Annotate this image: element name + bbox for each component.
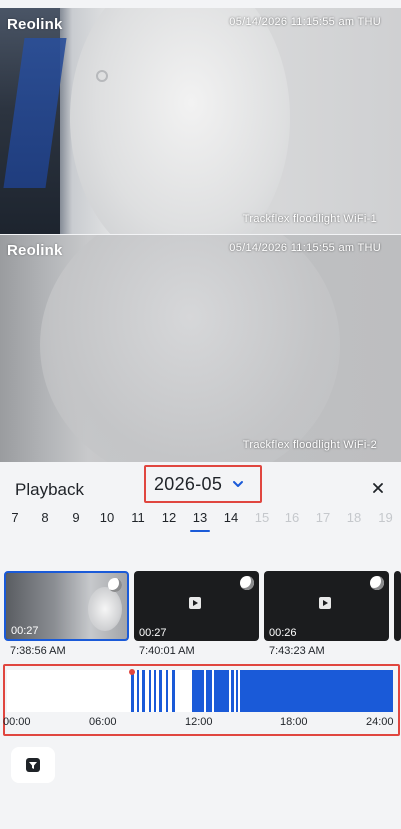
day-19: 19 — [378, 510, 393, 525]
playhead-marker[interactable] — [129, 669, 135, 675]
day-10[interactable]: 10 — [92, 510, 122, 525]
day-8[interactable]: 8 — [30, 510, 60, 525]
playback-panel: Playback 2026-05 7 8 9 10 11 12 13 14 15… — [0, 462, 401, 829]
feed-timestamp: 05/14/2026 11:15:55 am THU — [229, 16, 381, 28]
clip-duration: 00:27 — [11, 625, 39, 637]
filter-button[interactable] — [11, 747, 55, 783]
motion-icon — [370, 576, 384, 590]
clip-item[interactable] — [394, 571, 401, 659]
play-icon — [319, 597, 331, 609]
chevron-down-icon — [233, 481, 244, 487]
day-11[interactable]: 11 — [123, 510, 153, 525]
timeline-ticks: 00:00 06:00 12:00 18:00 24:00 — [3, 716, 398, 730]
clip-time: 7:43:23 AM — [269, 645, 325, 657]
day-14[interactable]: 14 — [216, 510, 246, 525]
clip-list: 00:27 7:38:56 AM 00:27 7:40:01 AM 00:26 … — [0, 571, 401, 661]
clip-item[interactable]: 00:27 7:40:01 AM — [134, 571, 259, 659]
clip-time: 7:40:01 AM — [139, 645, 195, 657]
close-button[interactable] — [365, 475, 391, 501]
month-label: 2026-05 — [154, 473, 223, 494]
day-16: 16 — [284, 510, 300, 525]
feed-background — [40, 235, 340, 462]
month-picker[interactable]: 2026-05 — [144, 465, 262, 503]
motion-icon — [240, 576, 254, 590]
tick-label: 12:00 — [185, 716, 213, 728]
clip-duration: 00:26 — [269, 627, 297, 639]
day-selector: 7 8 9 10 11 12 13 14 15 16 17 18 19 — [0, 510, 401, 534]
tick-label: 18:00 — [280, 716, 308, 728]
camera-name-label: Trackflex floodlight WiFi-1 — [242, 213, 377, 225]
playback-title: Playback — [15, 480, 84, 499]
timeline[interactable]: 00:00 06:00 12:00 18:00 24:00 — [3, 664, 400, 736]
close-icon — [373, 483, 383, 493]
tick-label: 06:00 — [89, 716, 117, 728]
feed-background — [96, 70, 108, 82]
day-18: 18 — [346, 510, 362, 525]
camera-feed-2[interactable]: Reolink 05/14/2026 11:15:55 am THU Track… — [0, 235, 401, 462]
feed-timestamp: 05/14/2026 11:15:55 am THU — [229, 242, 381, 254]
clip-thumbnail — [394, 571, 401, 641]
tick-label: 00:00 — [3, 716, 31, 728]
day-17: 17 — [315, 510, 331, 525]
clip-duration: 00:27 — [139, 627, 167, 639]
reolink-logo: Reolink — [7, 16, 63, 33]
clip-thumbnail: 00:26 — [264, 571, 389, 641]
recording-bars — [131, 670, 393, 712]
clip-thumbnail: 00:27 — [4, 571, 129, 641]
camera-name-label: Trackflex floodlight WiFi-2 — [242, 439, 377, 451]
clip-thumbnail: 00:27 — [134, 571, 259, 641]
clip-time: 7:38:56 AM — [10, 645, 66, 657]
timeline-track[interactable] — [7, 669, 393, 712]
tick-label: 24:00 — [366, 716, 394, 728]
day-13[interactable]: 13 — [185, 510, 215, 532]
feed-background — [70, 8, 290, 234]
day-7[interactable]: 7 — [0, 510, 30, 525]
play-icon — [189, 597, 201, 609]
filter-icon — [26, 758, 40, 772]
day-9[interactable]: 9 — [61, 510, 91, 525]
day-15: 15 — [254, 510, 270, 525]
camera-feed-1[interactable]: Reolink 05/14/2026 11:15:55 am THU Track… — [0, 8, 401, 234]
clip-item[interactable]: 00:27 7:38:56 AM — [4, 571, 129, 659]
day-12[interactable]: 12 — [154, 510, 184, 525]
clip-item[interactable]: 00:26 7:43:23 AM — [264, 571, 389, 659]
motion-icon — [108, 578, 122, 592]
reolink-logo: Reolink — [7, 242, 63, 259]
